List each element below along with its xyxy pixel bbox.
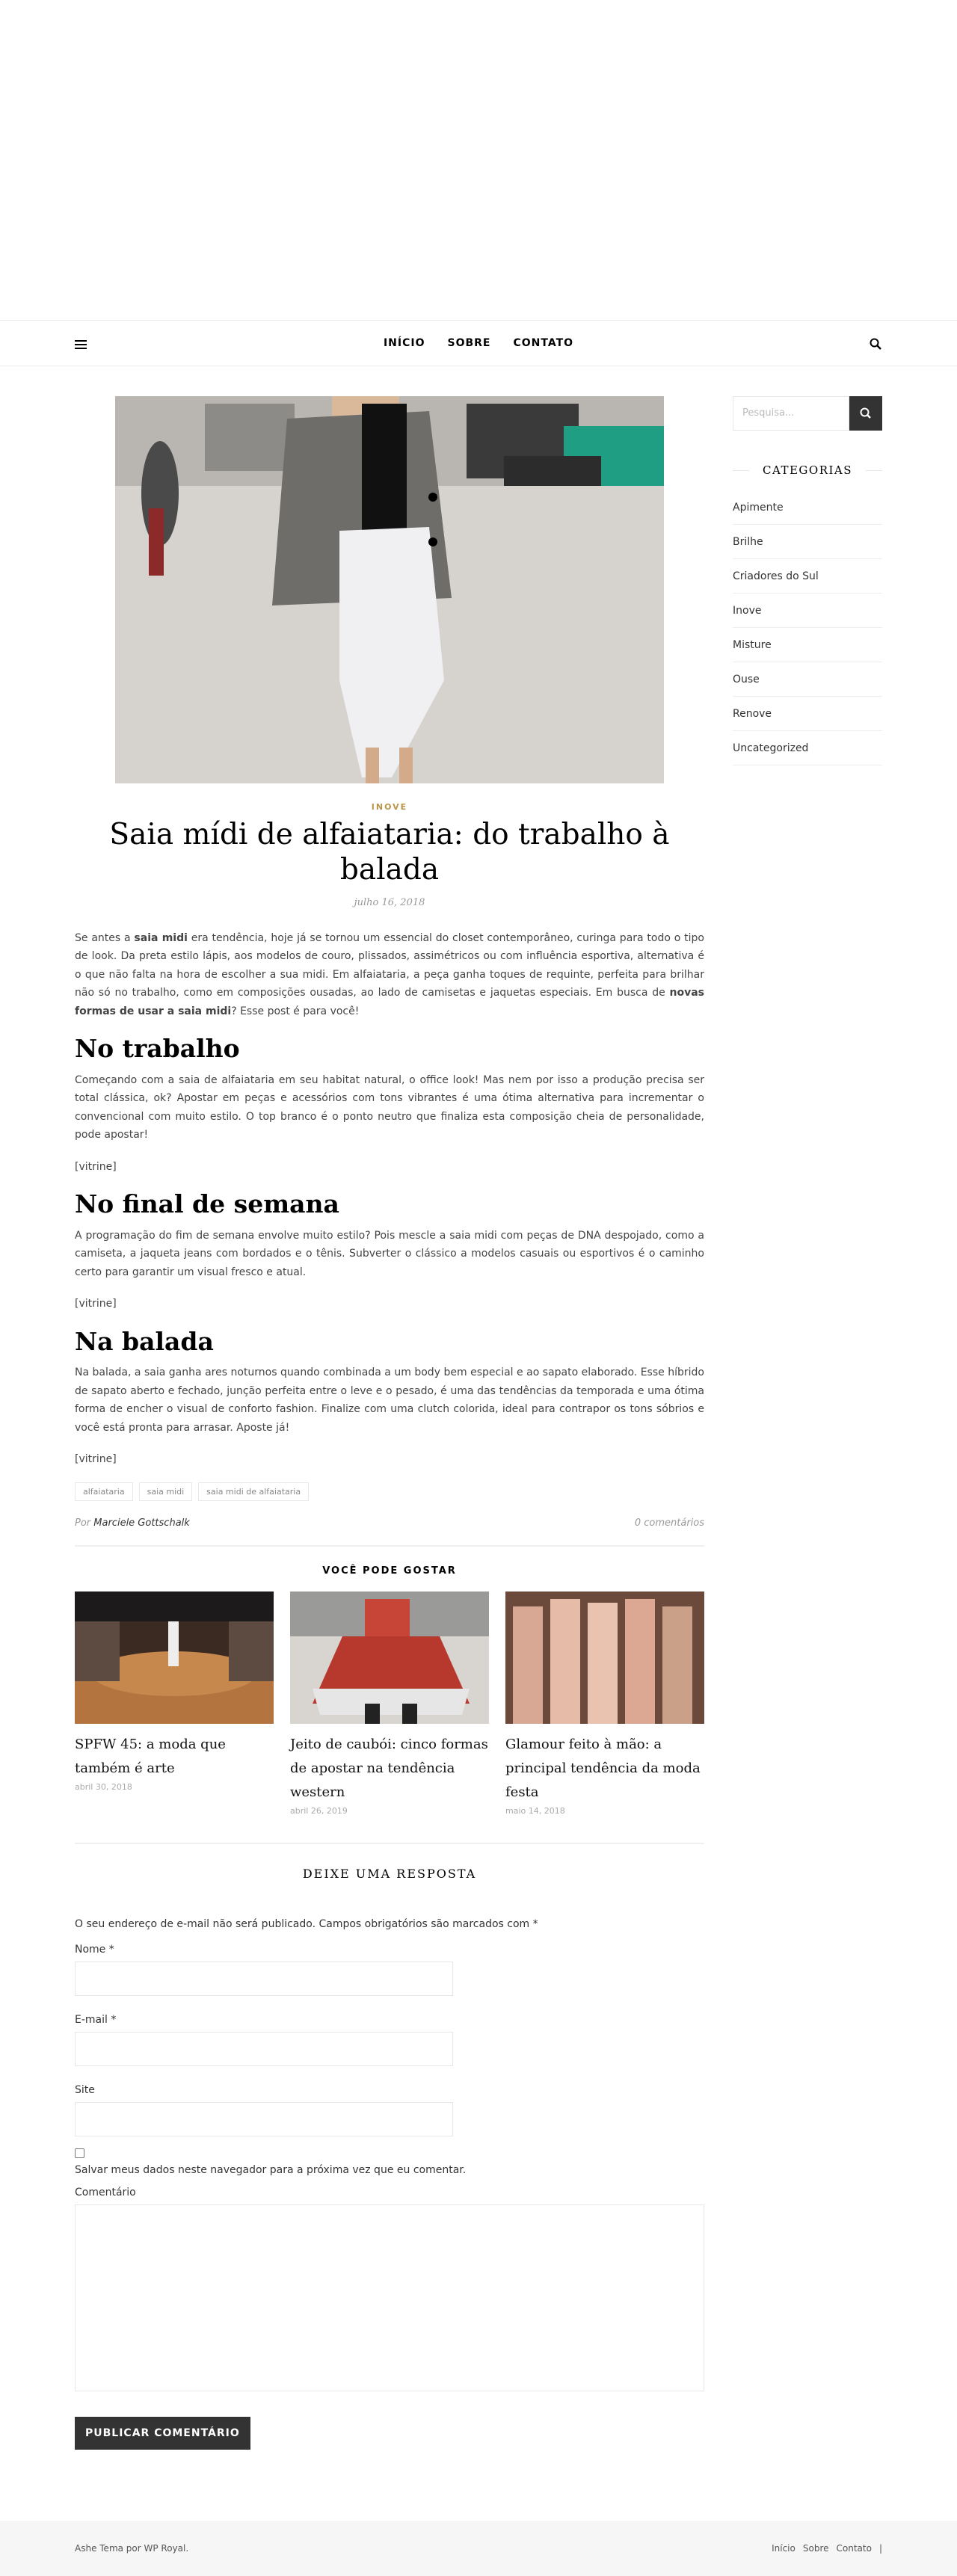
post-date: julho 16, 2018 — [354, 896, 425, 908]
reply-title: DEIXE UMA RESPOSTA — [302, 1866, 477, 1881]
related-post-date: abril 30, 2018 — [75, 1781, 132, 1792]
category-link[interactable]: Renove — [733, 697, 882, 731]
categories-list: Apimente Brilhe Criadores do Sul Inove M… — [733, 490, 882, 765]
related-post-date: abril 26, 2019 — [290, 1805, 348, 1816]
tag-link[interactable]: saia midi — [138, 1482, 193, 1501]
section-heading: No trabalho — [75, 1034, 240, 1064]
footer-links: Início Sobre Contato | — [772, 2543, 882, 2554]
post-title: Saia mídi de alfaiataria: do trabalho à … — [109, 818, 670, 887]
category-link[interactable]: Misture — [733, 628, 882, 662]
name-label: Nome * — [75, 1943, 114, 1956]
divider — [75, 1842, 704, 1844]
author-link[interactable]: Marciele Gottschalk — [93, 1517, 190, 1529]
footer-link-contato[interactable]: Contato — [837, 2543, 872, 2554]
comment-textarea[interactable] — [75, 2204, 704, 2391]
intro-paragraph: Se antes a saia midi era tendência, hoje… — [75, 931, 704, 1017]
footer-link-sobre[interactable]: Sobre — [803, 2543, 829, 2554]
post-category[interactable]: INOVE — [75, 802, 704, 812]
related-post-image[interactable] — [75, 1591, 274, 1724]
category-link[interactable]: Apimente — [733, 490, 882, 525]
search-input[interactable]: Pesquisa... — [733, 396, 849, 431]
vitrine-shortcode: [vitrine] — [75, 1453, 117, 1466]
sidebar-search: Pesquisa... — [733, 396, 882, 431]
footer-link-inicio[interactable]: Início — [772, 2543, 796, 2554]
section-text: A programação do fim de semana envolve m… — [75, 1229, 704, 1278]
name-field[interactable] — [75, 1961, 453, 1996]
category-link[interactable]: Brilhe — [733, 525, 882, 559]
related-post[interactable]: Jeito de caubói: cinco formas de apostar… — [290, 1591, 489, 1816]
save-info-label: Salvar meus dados neste navegador para a… — [75, 2163, 467, 2176]
site-label: Site — [75, 2083, 95, 2096]
nav-item-sobre[interactable]: SOBRE — [447, 337, 490, 349]
related-post-title[interactable]: Jeito de caubói: cinco formas de apostar… — [290, 1733, 489, 1805]
form-notice: O seu endereço de e-mail não será public… — [75, 1917, 538, 1930]
comment-form: O seu endereço de e-mail não será public… — [75, 1918, 704, 2450]
post-meta: Por Marciele Gottschalk 0 comentários — [75, 1517, 704, 1547]
post-tags: alfaiataria saia midi saia midi de alfai… — [75, 1482, 704, 1501]
email-field[interactable] — [75, 2031, 453, 2066]
nav-item-contato[interactable]: CONTATO — [513, 337, 573, 349]
post-author: Por Marciele Gottschalk — [75, 1517, 190, 1529]
search-icon — [860, 407, 871, 419]
post-featured-image — [115, 396, 664, 783]
section-text: Na balada, a saia ganha ares noturnos qu… — [75, 1366, 704, 1434]
footer-separator: | — [878, 2543, 882, 2554]
footer: Ashe Tema por WP Royal. Início Sobre Con… — [0, 2521, 957, 2576]
category-link[interactable]: Inove — [733, 594, 882, 628]
categories-title: CATEGORIAS — [733, 463, 882, 477]
related-post[interactable]: Glamour feito à mão: a principal tendênc… — [505, 1591, 704, 1816]
sidebar: Pesquisa... CATEGORIAS Apimente Brilhe C… — [733, 396, 882, 765]
search-icon[interactable] — [869, 337, 882, 351]
related-post-title[interactable]: Glamour feito à mão: a principal tendênc… — [505, 1733, 704, 1805]
related-post[interactable]: SPFW 45: a moda que também é arte abril … — [75, 1591, 274, 1816]
search-button[interactable] — [849, 396, 882, 431]
vitrine-shortcode: [vitrine] — [75, 1298, 117, 1310]
post-article: INOVE Saia mídi de alfaiataria: do traba… — [75, 396, 704, 2450]
comments-link[interactable]: 0 comentários — [635, 1517, 704, 1529]
category-link[interactable]: Criadores do Sul — [733, 559, 882, 594]
category-link[interactable]: Uncategorized — [733, 731, 882, 765]
category-link[interactable]: Ouse — [733, 662, 882, 697]
tag-link[interactable]: alfaiataria — [75, 1482, 133, 1501]
main-navigation: INÍCIO SOBRE CONTATO — [0, 320, 957, 366]
submit-comment-button[interactable]: PUBLICAR COMENTÁRIO — [75, 2416, 250, 2450]
related-post-date: maio 14, 2018 — [505, 1805, 565, 1816]
related-posts-title: VOCÊ PODE GOSTAR — [322, 1565, 457, 1577]
section-text: Começando com a saia de alfaiataria em s… — [75, 1073, 704, 1141]
section-heading: No final de semana — [75, 1189, 339, 1219]
related-post-image[interactable] — [290, 1591, 489, 1724]
email-label: E-mail * — [75, 2013, 117, 2026]
site-field[interactable] — [75, 2101, 453, 2136]
related-post-title[interactable]: SPFW 45: a moda que também é arte — [75, 1733, 274, 1781]
save-info-checkbox[interactable] — [75, 2148, 84, 2158]
nav-item-inicio[interactable]: INÍCIO — [384, 337, 425, 349]
tag-link[interactable]: saia midi de alfaiataria — [198, 1482, 310, 1501]
related-posts: SPFW 45: a moda que também é arte abril … — [75, 1591, 704, 1816]
copyright: Ashe Tema por WP Royal. — [75, 2543, 189, 2554]
vitrine-shortcode: [vitrine] — [75, 1160, 117, 1173]
section-heading: Na balada — [75, 1326, 214, 1356]
comment-label: Comentário — [75, 2186, 136, 2198]
related-post-image[interactable] — [505, 1591, 704, 1724]
post-content: Se antes a saia midi era tendência, hoje… — [75, 929, 704, 1469]
nav-menu: INÍCIO SOBRE CONTATO — [0, 321, 957, 366]
